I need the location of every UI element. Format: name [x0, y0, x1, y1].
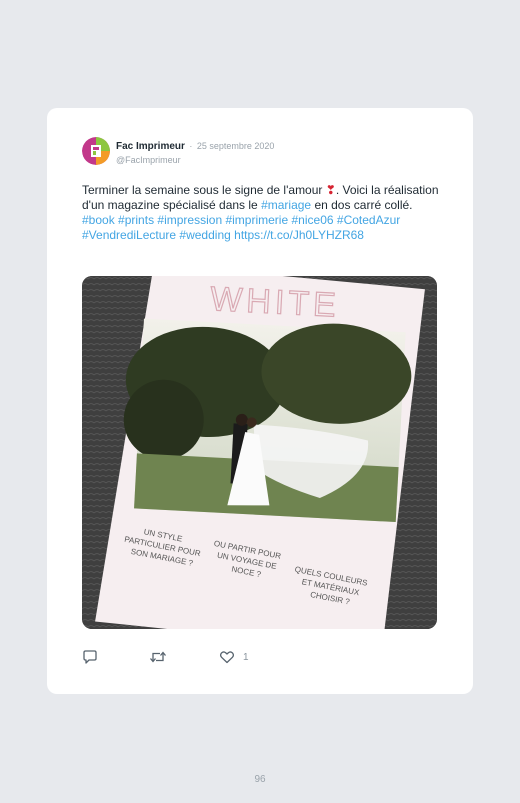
- heart-exclamation-emoji: ❣: [325, 183, 336, 197]
- url-link[interactable]: https://t.co/Jh0LYHZR68: [234, 228, 364, 242]
- text-part-3: en dos carré collé.: [311, 198, 413, 212]
- tweet-text: Terminer la semaine sous le signe de l'a…: [82, 183, 444, 243]
- tweet-header: Fac Imprimeur · 25 septembre 2020 @FacIm…: [116, 139, 274, 166]
- tweet-photo[interactable]: WHITE UN STYLE PARTICULIER POUR SON MARI…: [82, 276, 437, 629]
- like-count: 1: [243, 651, 249, 663]
- page-number: 96: [254, 774, 266, 785]
- fac-imprimeur-logo-icon: [82, 137, 110, 165]
- comment-icon: [83, 650, 97, 664]
- hashtag-link[interactable]: #wedding: [179, 228, 230, 242]
- magazine-title: WHITE: [209, 280, 340, 325]
- retweet-icon: [150, 651, 166, 663]
- like-button[interactable]: 1: [219, 649, 249, 665]
- tweet-date[interactable]: 25 septembre 2020: [197, 141, 275, 151]
- hashtag-link[interactable]: #impression: [157, 213, 222, 227]
- hashtag-link[interactable]: #VendrediLecture: [82, 228, 176, 242]
- author-name[interactable]: Fac Imprimeur: [116, 141, 185, 152]
- text-part-1: Terminer la semaine sous le signe de l'a…: [82, 183, 326, 197]
- retweet-button[interactable]: [149, 649, 167, 665]
- author-handle[interactable]: @FacImprimeur: [116, 154, 274, 166]
- tweet-card: Fac Imprimeur · 25 septembre 2020 @FacIm…: [47, 108, 473, 694]
- date-separator: ·: [189, 141, 193, 151]
- hashtag-link[interactable]: #CotedAzur: [337, 213, 400, 227]
- hashtag-link[interactable]: #prints: [118, 213, 154, 227]
- hashtag-link[interactable]: #mariage: [261, 198, 311, 212]
- magazine-photo: WHITE UN STYLE PARTICULIER POUR SON MARI…: [82, 276, 437, 629]
- reply-button[interactable]: [82, 649, 98, 665]
- hashtag-link[interactable]: #imprimerie: [225, 213, 288, 227]
- hashtag-link[interactable]: #book: [82, 213, 115, 227]
- avatar[interactable]: [82, 137, 110, 165]
- heart-icon: [219, 651, 235, 664]
- hashtag-link[interactable]: #nice06: [292, 213, 334, 227]
